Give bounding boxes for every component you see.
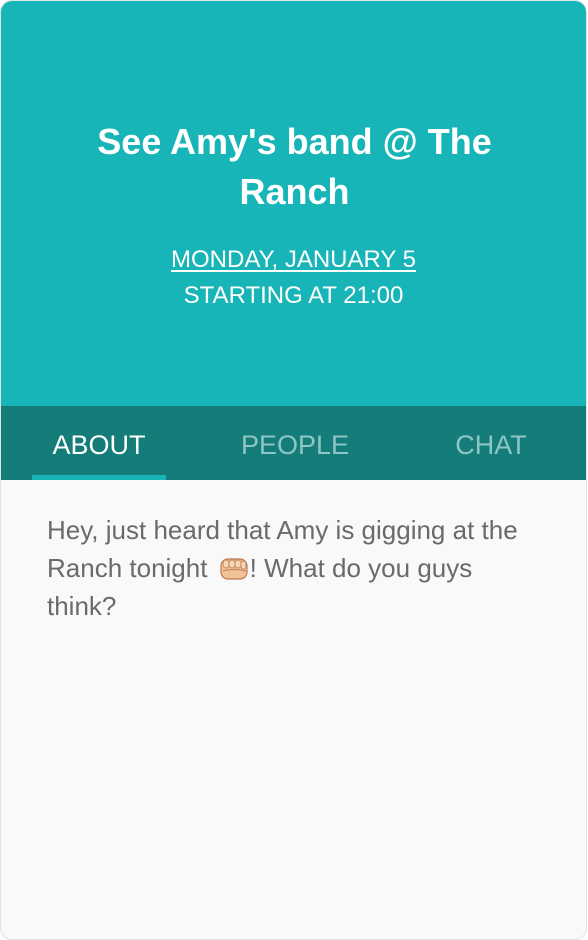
fist-bump-icon [220,558,248,580]
event-card: See Amy's band @ The Ranch MONDAY, JANUA… [0,0,587,940]
tab-bar: ABOUT PEOPLE CHAT [1,406,586,480]
event-date-link[interactable]: MONDAY, JANUARY 5 [1,244,586,276]
tab-chat[interactable]: CHAT [393,406,586,480]
active-tab-indicator [32,475,166,480]
tab-people[interactable]: PEOPLE [197,406,393,480]
event-header: See Amy's band @ The Ranch MONDAY, JANUA… [1,1,586,406]
tab-about[interactable]: ABOUT [1,406,197,480]
about-description: Hey, just heard that Amy is gigging at t… [47,511,542,625]
event-start-time: STARTING AT 21:00 [183,282,404,309]
event-title: See Amy's band @ The Ranch [97,121,492,212]
